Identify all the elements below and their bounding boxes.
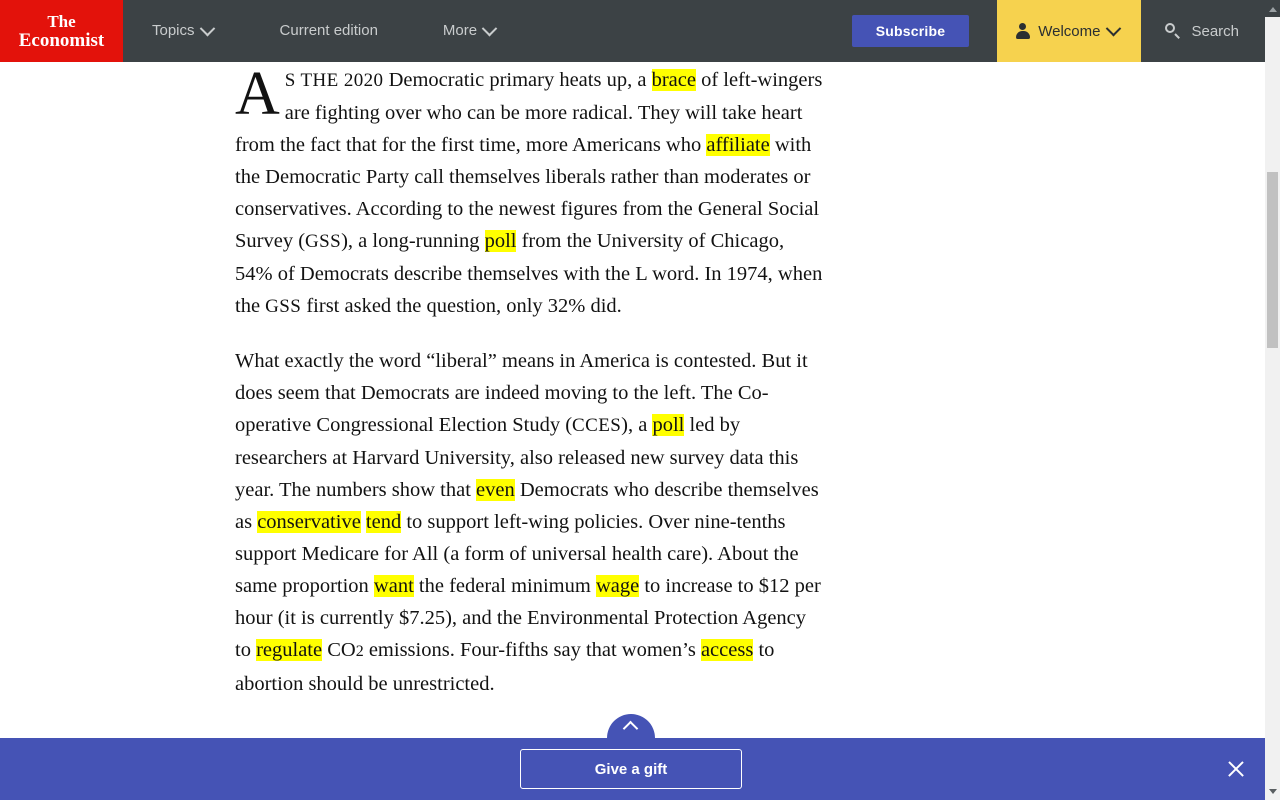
caret-down-icon[interactable] bbox=[1265, 783, 1280, 800]
para2-seg9: CO2 bbox=[322, 639, 364, 661]
economist-logo[interactable]: The Economist bbox=[0, 0, 123, 62]
para2-seg2: ), a bbox=[621, 414, 653, 436]
abbrev-gss-1: GSS bbox=[305, 231, 342, 252]
page-scrollbar[interactable] bbox=[1265, 0, 1280, 800]
highlight-poll-1: poll bbox=[484, 230, 517, 252]
main-navigation: Topics Current edition More bbox=[123, 0, 852, 62]
logo-text: The Economist bbox=[19, 12, 105, 50]
promo-banner: Give a gift bbox=[0, 738, 1265, 800]
highlight-conservative: conservative bbox=[257, 511, 361, 533]
chevron-down-icon bbox=[1106, 20, 1122, 36]
logo-line-1: The bbox=[47, 12, 76, 31]
co2-text: CO bbox=[322, 639, 356, 661]
chevron-down-icon bbox=[481, 20, 498, 36]
article-column: AS THE 2020 Democratic primary heats up,… bbox=[235, 62, 825, 700]
search-button[interactable]: Search bbox=[1141, 0, 1265, 62]
drop-cap: A bbox=[235, 60, 280, 128]
caret-up-icon[interactable] bbox=[1265, 0, 1280, 17]
para1-seg4: ), a long-running bbox=[341, 230, 485, 252]
highlight-wage: wage bbox=[595, 575, 640, 597]
logo-line-2: Economist bbox=[18, 30, 105, 51]
para2-seg7: the federal minimum bbox=[413, 575, 596, 597]
highlight-brace: brace bbox=[651, 69, 696, 91]
article-body: AS THE 2020 Democratic primary heats up,… bbox=[0, 62, 1265, 800]
chevron-down-icon bbox=[199, 20, 215, 36]
article-paragraph-1: AS THE 2020 Democratic primary heats up,… bbox=[235, 60, 825, 323]
small-caps-lead: S THE 2020 bbox=[284, 70, 384, 91]
welcome-label: Welcome bbox=[1038, 22, 1101, 40]
highlight-affiliate: affiliate bbox=[706, 134, 770, 156]
para1-seg1: Democratic primary heats up, a bbox=[383, 69, 652, 91]
give-a-gift-button[interactable]: Give a gift bbox=[520, 749, 742, 789]
chevron-up-icon bbox=[622, 720, 639, 737]
header-right-group: Subscribe Welcome Search bbox=[851, 0, 1265, 62]
person-icon bbox=[1015, 23, 1030, 39]
nav-item-topics[interactable]: Topics bbox=[152, 0, 215, 62]
subscribe-button[interactable]: Subscribe bbox=[851, 15, 970, 47]
nav-item-more-label: More bbox=[442, 22, 478, 39]
close-icon[interactable] bbox=[1223, 756, 1249, 782]
highlight-even: even bbox=[476, 479, 515, 501]
highlight-tend: tend bbox=[365, 511, 402, 533]
search-label: Search bbox=[1191, 22, 1239, 40]
nav-item-current-edition[interactable]: Current edition bbox=[280, 0, 378, 62]
highlight-regulate: regulate bbox=[256, 639, 323, 661]
account-welcome-menu[interactable]: Welcome bbox=[997, 0, 1142, 62]
abbrev-gss-2: GSS bbox=[265, 296, 302, 317]
article-paragraph-2: What exactly the word “liberal” means in… bbox=[235, 345, 825, 700]
subscribe-wrapper: Subscribe bbox=[851, 0, 998, 62]
nav-item-current-edition-label: Current edition bbox=[279, 22, 378, 39]
browser-page: The Economist Topics Current edition Mor… bbox=[0, 0, 1280, 800]
para1-seg6: first asked the question, only 32% did. bbox=[301, 295, 622, 317]
highlight-access: access bbox=[700, 639, 754, 661]
para2-seg10: emissions. Four-fifths say that women’s bbox=[363, 639, 701, 661]
site-header: The Economist Topics Current edition Mor… bbox=[0, 0, 1265, 62]
highlight-poll-2: poll bbox=[652, 414, 685, 436]
search-icon bbox=[1165, 23, 1181, 39]
scrollbar-thumb[interactable] bbox=[1267, 172, 1278, 348]
co2-subscript: 2 bbox=[355, 643, 364, 660]
nav-item-more[interactable]: More bbox=[442, 0, 498, 62]
highlight-want: want bbox=[373, 575, 414, 597]
nav-item-topics-label: Topics bbox=[152, 22, 195, 39]
abbrev-cces: CCES bbox=[572, 415, 622, 436]
